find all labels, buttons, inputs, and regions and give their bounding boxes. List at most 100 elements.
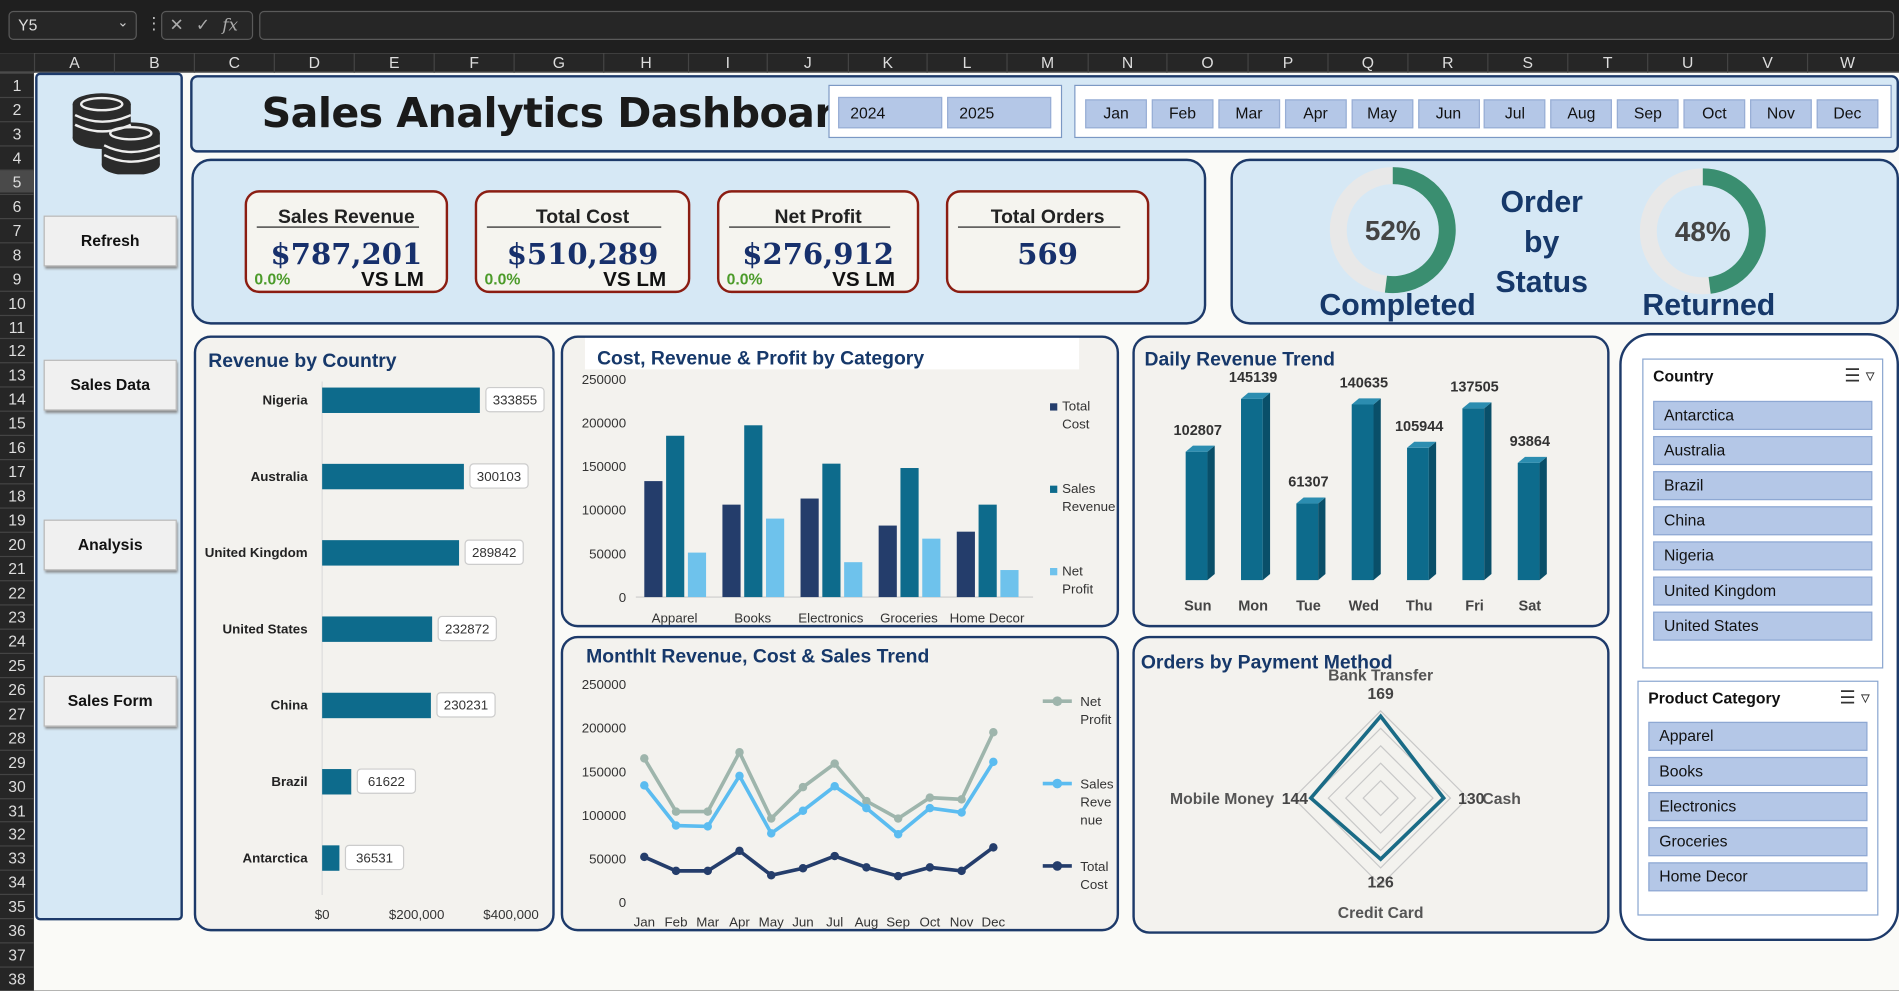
multi-select-icon[interactable]: ☰ xyxy=(1839,688,1855,709)
row-header[interactable]: 36 xyxy=(0,918,34,942)
row-header[interactable]: 28 xyxy=(0,725,34,749)
column-header[interactable]: U xyxy=(1647,53,1727,73)
row-header[interactable]: 6 xyxy=(0,193,34,217)
column-header[interactable]: Q xyxy=(1327,53,1407,73)
row-header[interactable]: 21 xyxy=(0,555,34,580)
row-header[interactable]: 4 xyxy=(0,145,34,169)
column-header[interactable]: V xyxy=(1727,53,1807,73)
name-box[interactable]: Y5 ⌄ xyxy=(8,10,137,40)
row-header[interactable]: 12 xyxy=(0,338,34,362)
column-header[interactable]: G xyxy=(513,53,604,73)
row-header[interactable]: 3 xyxy=(0,120,34,145)
clear-filter-icon[interactable]: ▿ xyxy=(1861,688,1870,709)
row-header[interactable]: 13 xyxy=(0,362,34,387)
row-header[interactable]: 2 xyxy=(0,96,34,121)
row-header[interactable]: 26 xyxy=(0,676,34,701)
column-header[interactable]: D xyxy=(273,53,354,73)
month-button-sep[interactable]: Sep xyxy=(1617,99,1679,129)
row-header[interactable]: 34 xyxy=(0,869,34,894)
country-item[interactable]: United States xyxy=(1653,611,1873,641)
more-options-icon[interactable]: ⋮ xyxy=(145,13,162,34)
column-header[interactable]: E xyxy=(353,53,434,73)
column-header[interactable]: N xyxy=(1087,53,1167,73)
row-header[interactable]: 38 xyxy=(0,966,34,991)
row-header[interactable]: 33 xyxy=(0,845,34,870)
analysis-button[interactable]: Analysis xyxy=(43,519,177,571)
row-header[interactable]: 22 xyxy=(0,580,34,604)
month-button-may[interactable]: May xyxy=(1351,99,1413,129)
chevron-down-icon[interactable]: ⌄ xyxy=(117,15,128,31)
row-header[interactable]: 19 xyxy=(0,507,34,532)
month-button-feb[interactable]: Feb xyxy=(1151,99,1214,129)
row-header[interactable]: 14 xyxy=(0,386,34,411)
country-item[interactable]: China xyxy=(1653,506,1873,536)
column-header[interactable]: J xyxy=(766,53,848,73)
month-button-jan[interactable]: Jan xyxy=(1085,99,1147,129)
column-header[interactable]: P xyxy=(1247,53,1327,73)
row-header[interactable]: 37 xyxy=(0,942,34,966)
column-header[interactable]: L xyxy=(926,53,1006,73)
column-header[interactable]: A xyxy=(33,53,114,73)
column-header[interactable]: C xyxy=(193,53,274,73)
column-header[interactable]: T xyxy=(1567,53,1647,73)
row-header[interactable]: 10 xyxy=(0,290,34,314)
function-icon[interactable]: fx xyxy=(222,16,238,35)
country-item[interactable]: Antarctica xyxy=(1653,400,1873,430)
country-item[interactable]: Nigeria xyxy=(1653,541,1873,571)
category-item[interactable]: Groceries xyxy=(1648,827,1868,857)
column-header[interactable]: W xyxy=(1806,53,1887,73)
category-item[interactable]: Home Decor xyxy=(1648,862,1868,892)
row-header[interactable]: 30 xyxy=(0,773,34,797)
column-header[interactable]: M xyxy=(1006,53,1087,73)
multi-select-icon[interactable]: ☰ xyxy=(1844,366,1860,387)
column-header[interactable]: O xyxy=(1166,53,1247,73)
row-header[interactable]: 7 xyxy=(0,217,34,242)
country-item[interactable]: United Kingdom xyxy=(1653,576,1873,606)
row-header[interactable]: 1 xyxy=(0,72,34,97)
row-header[interactable]: 17 xyxy=(0,459,34,483)
month-button-nov[interactable]: Nov xyxy=(1750,99,1812,129)
month-button-dec[interactable]: Dec xyxy=(1816,99,1879,129)
row-header[interactable]: 27 xyxy=(0,700,34,725)
row-header[interactable]: 29 xyxy=(0,749,34,773)
row-header[interactable]: 9 xyxy=(0,265,34,290)
column-header[interactable]: S xyxy=(1487,53,1567,73)
row-header[interactable]: 32 xyxy=(0,821,34,846)
month-button-jul[interactable]: Jul xyxy=(1484,99,1546,129)
row-header[interactable]: 31 xyxy=(0,797,34,822)
sales-form-button[interactable]: Sales Form xyxy=(43,675,177,727)
month-button-oct[interactable]: Oct xyxy=(1683,99,1746,129)
row-header[interactable]: 18 xyxy=(0,483,34,507)
category-item[interactable]: Books xyxy=(1648,756,1868,787)
row-header[interactable]: 11 xyxy=(0,314,34,338)
month-button-aug[interactable]: Aug xyxy=(1550,99,1613,129)
sales-data-button[interactable]: Sales Data xyxy=(43,359,177,411)
cancel-icon[interactable]: ✕ xyxy=(170,15,196,34)
column-header[interactable]: H xyxy=(603,53,688,73)
row-header[interactable]: 25 xyxy=(0,652,34,677)
month-button-apr[interactable]: Apr xyxy=(1284,99,1347,129)
row-header[interactable]: 15 xyxy=(0,410,34,435)
column-header[interactable]: F xyxy=(433,53,514,73)
row-header[interactable]: 24 xyxy=(0,628,34,652)
column-header[interactable]: B xyxy=(113,53,194,73)
enter-icon[interactable]: ✓ xyxy=(196,15,222,34)
column-header[interactable]: K xyxy=(847,53,927,73)
row-header[interactable]: 23 xyxy=(0,604,34,628)
month-button-mar[interactable]: Mar xyxy=(1218,99,1280,129)
year-button-2024[interactable]: 2024 xyxy=(838,96,943,129)
country-item[interactable]: Brazil xyxy=(1653,471,1873,501)
clear-filter-icon[interactable]: ▿ xyxy=(1866,366,1875,387)
formula-input[interactable] xyxy=(259,10,1895,40)
month-button-jun[interactable]: Jun xyxy=(1417,99,1480,129)
category-item[interactable]: Apparel xyxy=(1648,721,1868,751)
row-header[interactable]: 5 xyxy=(0,169,34,194)
category-item[interactable]: Electronics xyxy=(1648,792,1868,822)
row-header[interactable]: 35 xyxy=(0,894,34,918)
column-header[interactable]: I xyxy=(687,53,767,73)
year-button-2025[interactable]: 2025 xyxy=(947,96,1052,129)
row-header[interactable]: 16 xyxy=(0,435,34,459)
country-item[interactable]: Australia xyxy=(1653,435,1873,466)
refresh-button[interactable]: Refresh xyxy=(43,215,177,267)
row-header[interactable]: 20 xyxy=(0,531,34,556)
